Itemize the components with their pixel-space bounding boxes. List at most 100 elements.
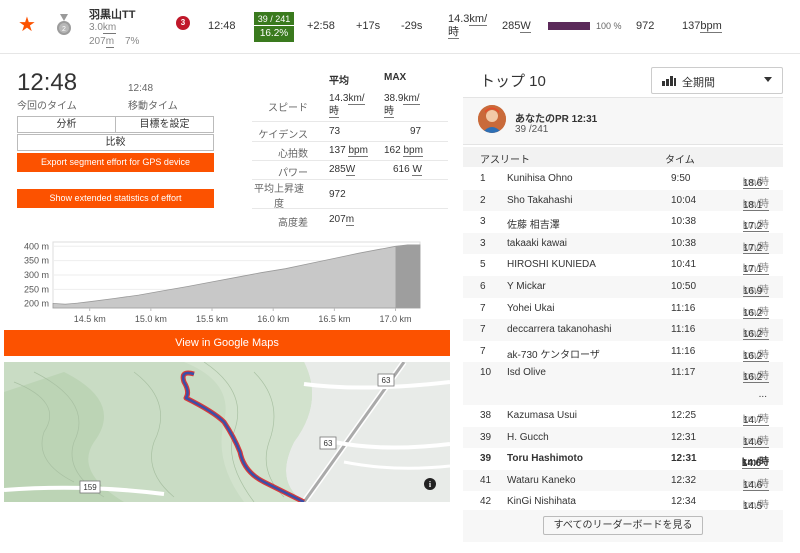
table-row[interactable]: 2 Sho Takahashi 10:04 18.1 km/時 <box>463 189 783 212</box>
time-cell: 11:16 <box>671 345 696 357</box>
time-cell: 11:17 <box>671 367 696 379</box>
time-cell: 10:04 <box>671 194 697 206</box>
table-row[interactable]: 10 Isd Olive 11:17 16.2 km/時 <box>463 362 783 384</box>
road-shield-159: 159 <box>79 480 101 494</box>
leaderboard-header: アスリート タイム <box>463 147 783 167</box>
elapsed-time: 12:48 <box>17 69 78 96</box>
silver-medal-icon: 2 <box>57 14 71 35</box>
route-map[interactable]: 63 63 159 i <box>4 362 450 502</box>
svg-text:159: 159 <box>83 483 97 492</box>
time-cell: 11:16 <box>671 324 696 336</box>
speed-label: スピード <box>268 103 308 114</box>
athlete-name-link[interactable]: takaaki kawai <box>507 238 567 249</box>
view-in-google-maps-button[interactable]: View in Google Maps <box>4 330 450 356</box>
rank-cell: 6 <box>480 281 486 292</box>
personal-record-rank: 39 /241 <box>515 124 549 135</box>
segment-elevation: 207m <box>89 36 115 48</box>
table-row[interactable]: 3 佐藤 相吉澤 10:38 17.2 km/時 <box>463 211 783 233</box>
ellipsis: ... <box>758 389 767 400</box>
power-label: パワー <box>278 168 308 179</box>
personal-record-box <box>463 97 783 145</box>
rank-cell: 41 <box>480 474 492 486</box>
period-filter-dropdown[interactable]: 全期間 <box>651 67 783 94</box>
table-row-current-user[interactable]: 39 Toru Hashimoto 12:31 14.6 km/時 <box>463 448 783 470</box>
athlete-name-link[interactable]: Wataru Kaneko <box>507 475 576 486</box>
rank-badge: 3 <box>176 16 190 30</box>
segment-speed: 14.3km/時 <box>448 13 488 39</box>
compare-button[interactable]: 比較 <box>18 135 213 150</box>
y-tick-label: 350 m <box>24 256 49 266</box>
athlete-name-link[interactable]: HIROSHI KUNIEDA <box>507 259 596 270</box>
time-cell: 10:50 <box>671 281 697 292</box>
svg-text:63: 63 <box>324 439 333 448</box>
road-shield-63-bottom: 63 <box>319 436 337 450</box>
power-max: 616 W <box>393 164 422 176</box>
period-filter-value: 全期間 <box>682 77 715 89</box>
table-row[interactable]: 38 Kazumasa Usui 12:25 14.7 km/時 <box>463 405 783 427</box>
athlete-name-link[interactable]: Sho Takahashi <box>507 195 572 206</box>
view-all-leaderboards-button[interactable]: すべてのリーダーボードを見る <box>543 516 703 535</box>
time-cell: 12:31 <box>671 453 697 465</box>
speed-cell: 14.7 km/時 <box>742 414 769 426</box>
athlete-name-link[interactable]: Yohei Ukai <box>507 303 554 314</box>
extended-stats-button[interactable]: Show extended statistics of effort <box>17 189 214 208</box>
speed-cell: 16.2 km/時 <box>742 349 769 362</box>
rank-cell: 10 <box>480 367 492 379</box>
athlete-name-link[interactable]: KinGi Nishihata <box>507 496 576 507</box>
x-tick-label: 15.0 km <box>135 314 167 324</box>
athlete-name-link[interactable]: Kunihisa Ohno <box>507 173 573 184</box>
elevation-profile-chart[interactable]: 400 m 350 m 300 m 250 m 200 m 14.5 km 15.0 km 1… <box>15 238 450 328</box>
table-row[interactable]: 3 takaaki kawai 10:38 17.2 km/時 <box>463 232 783 255</box>
speed-cell: 16.2 km/時 <box>742 328 769 341</box>
elevation-label: 高度差 <box>278 218 308 229</box>
table-row[interactable]: 7 ak-730 ケンタローザ 11:16 16.2 km/時 <box>463 341 783 363</box>
speed-cell: 16.9 km/時 <box>742 285 769 297</box>
divider <box>252 160 448 161</box>
vam-value: 972 <box>329 189 346 200</box>
speed-cell: 14.6 km/時 <box>742 478 769 491</box>
analysis-button[interactable]: 分析 <box>18 117 115 132</box>
athlete-column-header: アスリート <box>480 155 530 166</box>
info-icon[interactable]: i <box>424 478 436 490</box>
athlete-name-link[interactable]: H. Gucch <box>507 432 549 443</box>
table-row[interactable]: 7 Yohei Ukai 11:16 16.2 km/時 <box>463 298 783 320</box>
athlete-name-link[interactable]: Kazumasa Usui <box>507 410 577 421</box>
elapsed-time-label: 今回のタイム <box>17 101 77 112</box>
athlete-name-link[interactable]: 佐藤 相吉澤 <box>507 216 560 231</box>
rank-percent: 16.2% <box>259 28 289 39</box>
table-row[interactable]: 39 H. Gucch 12:31 14.6 km/時 <box>463 426 783 449</box>
athlete-name-link[interactable]: deccarrera takanohashi <box>507 324 612 335</box>
speed-avg: 14.3km/時 <box>329 93 365 118</box>
table-row[interactable]: 41 Wataru Kaneko 12:32 14.6 km/時 <box>463 469 783 492</box>
time-diff-1: +2:58 <box>307 20 335 32</box>
segment-name[interactable]: 羽黒山TT <box>89 6 135 22</box>
table-row[interactable]: 7 deccarrera takanohashi 11:16 16.2 km/時 <box>463 319 783 341</box>
segment-power: 285W <box>502 20 531 33</box>
table-row[interactable]: 5 HIROSHI KUNIEDA 10:41 17.1 km/時 <box>463 254 783 276</box>
moving-time: 12:48 <box>128 83 154 94</box>
cadence-max: 97 <box>410 126 422 137</box>
divider <box>252 179 448 180</box>
table-row[interactable]: 1 Kunihisa Ohno 9:50 18.6 km/時 <box>463 168 783 190</box>
x-tick-label: 14.5 km <box>74 314 106 324</box>
road-shield-63-top: 63 <box>377 373 395 387</box>
set-goal-button[interactable]: 目標を設定 <box>115 117 213 132</box>
divider <box>252 121 448 122</box>
y-tick-label: 300 m <box>24 270 49 280</box>
speed-cell: 17.2 km/時 <box>742 220 769 233</box>
table-row[interactable]: 6 Y Mickar 10:50 16.9 km/時 <box>463 276 783 298</box>
cadence-label: ケイデンス <box>258 130 308 141</box>
divider <box>252 208 448 209</box>
athlete-name-link[interactable]: Isd Olive <box>507 367 546 378</box>
max-column-header: MAX <box>384 72 407 83</box>
export-gps-button[interactable]: Export segment effort for GPS device <box>17 153 214 172</box>
speed-cell: 18.1 km/時 <box>742 198 769 211</box>
time-cell: 9:50 <box>671 173 691 184</box>
athlete-name-link[interactable]: ak-730 ケンタローザ <box>507 346 600 361</box>
athlete-name-link[interactable]: Toru Hashimoto <box>507 453 583 464</box>
avatar[interactable] <box>478 105 506 133</box>
star-icon[interactable]: ★ <box>18 12 36 37</box>
time-cell: 10:41 <box>671 259 697 271</box>
athlete-name-link[interactable]: Y Mickar <box>507 281 546 292</box>
y-tick-label: 200 m <box>24 299 49 309</box>
